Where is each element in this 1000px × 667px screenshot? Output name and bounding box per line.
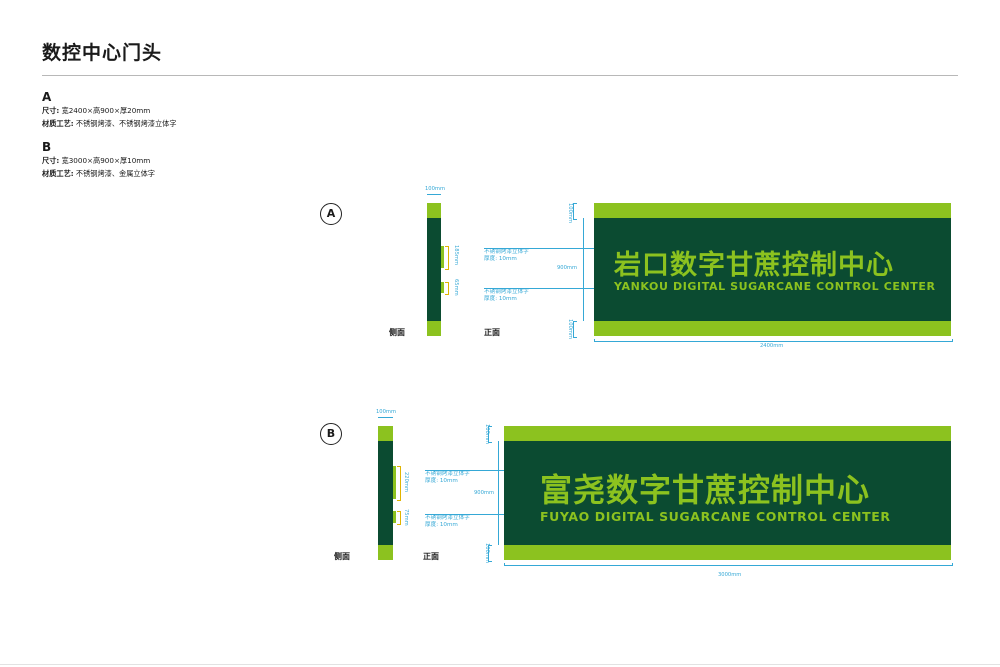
side-a-top-band [427,203,441,218]
dimension-bracket [573,321,577,338]
drawing-b-side-width: 100mm [376,409,397,415]
drawing-a-side-dim-1: 185mm [453,245,459,266]
callout-line: 不锈钢烤漆立体字 [425,471,470,477]
callout-line: 厚度: 10mm [484,296,517,302]
drawing-b-marker: B [320,423,342,445]
drawing-b-width: 3000mm [718,572,742,578]
page-title: 数控中心门头 [42,42,163,64]
side-a-bottom-band [427,321,441,336]
drawing-a-side-width: 100mm [425,186,446,192]
header-divider [42,75,958,76]
spec-b-letter: B [42,140,52,154]
spec-b-material-value: 不锈钢烤漆、金属立体字 [75,169,155,178]
side-b-bottom-band [378,545,393,560]
callout-line: 厚度: 10mm [425,478,458,484]
drawing-b-height: 900mm [474,490,495,496]
sign-a-top-band [594,203,951,218]
drawing-b-side-label: 侧面 [334,552,350,561]
dimension-bracket [445,246,449,270]
spec-a-size-label: 尺寸: [42,106,60,115]
drawing-a-callout-1: 不锈钢烤漆立体字 厚度: 10mm [484,249,529,263]
dimension-bracket [573,203,577,220]
side-b-letter-2 [393,511,396,523]
callout-line: 厚度: 10mm [425,522,458,528]
sign-b-english-name: FUYAO DIGITAL SUGARCANE CONTROL CENTER [540,509,891,524]
dimension-bracket [397,511,401,525]
drawing-b-side-dim-2: 75mm [403,509,409,526]
callout-line: 不锈钢烤漆立体字 [425,515,470,521]
dimension-line [378,417,393,418]
sign-a-english-name: YANKOU DIGITAL SUGARCANE CONTROL CENTER [614,280,936,293]
spec-a-material-value: 不锈钢烤漆、不锈钢烤漆立体字 [75,119,177,128]
side-a-letter-2 [441,282,444,293]
dimension-line [427,194,441,195]
side-b-top-band [378,426,393,441]
drawing-a-height: 900mm [557,265,578,271]
drawing-b-band-top: 100mm [484,424,490,445]
sign-b-bottom-band [504,545,951,560]
spec-b-size: 尺寸: 宽3000×高900×厚10mm [42,156,150,166]
callout-line: 不锈钢烤漆立体字 [484,289,529,295]
drawing-b-band-bottom: 100mm [484,543,490,564]
spec-b-material-label: 材质工艺: [42,169,74,178]
spec-b-material: 材质工艺: 不锈钢烤漆、金属立体字 [42,169,155,179]
dimension-line [583,218,584,321]
spec-a-material: 材质工艺: 不锈钢烤漆、不锈钢烤漆立体字 [42,119,177,129]
dimension-bracket [445,282,449,295]
sign-a-bottom-band [594,321,951,336]
drawing-a-band-top: 100mm [567,203,573,224]
side-b-letter-1 [393,466,396,499]
drawing-a-front-label: 正面 [484,328,500,337]
spec-b-size-value: 宽3000×高900×厚10mm [61,156,151,165]
sign-b-top-band [504,426,951,441]
spec-a-material-label: 材质工艺: [42,119,74,128]
footer-divider [0,664,1000,665]
spec-a-letter: A [42,90,52,104]
drawing-b-front-label: 正面 [423,552,439,561]
callout-line: 不锈钢烤漆立体字 [484,249,529,255]
drawing-a-width: 2400mm [760,343,784,349]
side-b-panel [378,441,393,545]
side-a-letter-1 [441,246,444,268]
drawing-a-marker: A [320,203,342,225]
spec-a-size-value: 宽2400×高900×厚20mm [61,106,151,115]
drawing-a-side-dim-2: 65mm [453,279,459,296]
drawing-b-callout-2: 不锈钢烤漆立体字 厚度: 10mm [425,515,470,529]
drawing-b-callout-1: 不锈钢烤漆立体字 厚度: 10mm [425,471,470,485]
dimension-bracket [397,466,401,501]
drawing-b-side-dim-1: 220mm [403,472,409,493]
spec-b-size-label: 尺寸: [42,156,60,165]
dimension-line [594,339,953,342]
drawing-a-callout-2: 不锈钢烤漆立体字 厚度: 10mm [484,289,529,303]
drawing-a-band-bottom: 100mm [567,319,573,340]
sign-a-chinese-name: 岩口数字甘蔗控制中心 [614,250,894,281]
spec-a-size: 尺寸: 宽2400×高900×厚20mm [42,106,150,116]
dimension-line [498,441,499,545]
side-a-panel [427,218,441,321]
drawing-a-side-label: 侧面 [389,328,405,337]
callout-line: 厚度: 10mm [484,256,517,262]
sign-b-chinese-name: 富尧数字甘蔗控制中心 [540,471,871,509]
dimension-line [504,563,953,566]
